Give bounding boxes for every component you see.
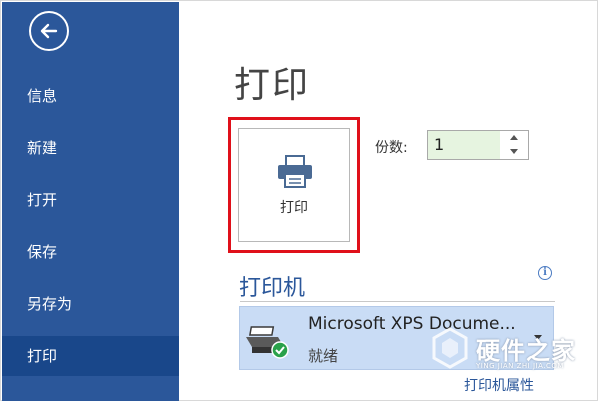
sidebar-item-save[interactable]: 保存: [2, 232, 179, 272]
print-button-label: 打印: [280, 200, 308, 216]
sidebar-item-print[interactable]: 打印: [2, 336, 179, 376]
sidebar-item-open[interactable]: 打开: [2, 180, 179, 220]
copies-stepper: [500, 130, 529, 160]
section-divider: [240, 301, 555, 302]
arrow-left-icon: [40, 23, 58, 39]
printer-section-title: 打印机: [239, 276, 306, 301]
watermark-subtext: YING JIAN ZHI JIA.COM: [476, 362, 564, 370]
print-highlight-box: 打印: [228, 117, 360, 253]
watermark-text: 硬件之家: [476, 337, 576, 365]
copies-increment-button[interactable]: [500, 131, 528, 145]
sidebar-item-new[interactable]: 新建: [2, 128, 179, 168]
sidebar-item-save-as[interactable]: 另存为: [2, 284, 179, 324]
print-button[interactable]: 打印: [238, 128, 350, 242]
copies-decrement-button[interactable]: [500, 145, 528, 159]
printer-icon: [278, 155, 312, 188]
printer-device-icon: [246, 326, 289, 359]
copies-input[interactable]: 1: [427, 130, 501, 160]
printer-properties-link[interactable]: 打印机属性: [464, 375, 534, 395]
watermark-logo-icon: [428, 326, 472, 374]
page-title: 打印: [234, 65, 311, 106]
sidebar-item-info[interactable]: 信息: [2, 76, 179, 116]
copies-label: 份数:: [375, 140, 408, 156]
printer-status: 就绪: [308, 347, 339, 365]
info-icon[interactable]: i: [538, 266, 552, 280]
backstage-sidebar: 信息 新建 打开 保存 另存为 打印: [2, 2, 179, 401]
back-button[interactable]: [29, 11, 69, 51]
